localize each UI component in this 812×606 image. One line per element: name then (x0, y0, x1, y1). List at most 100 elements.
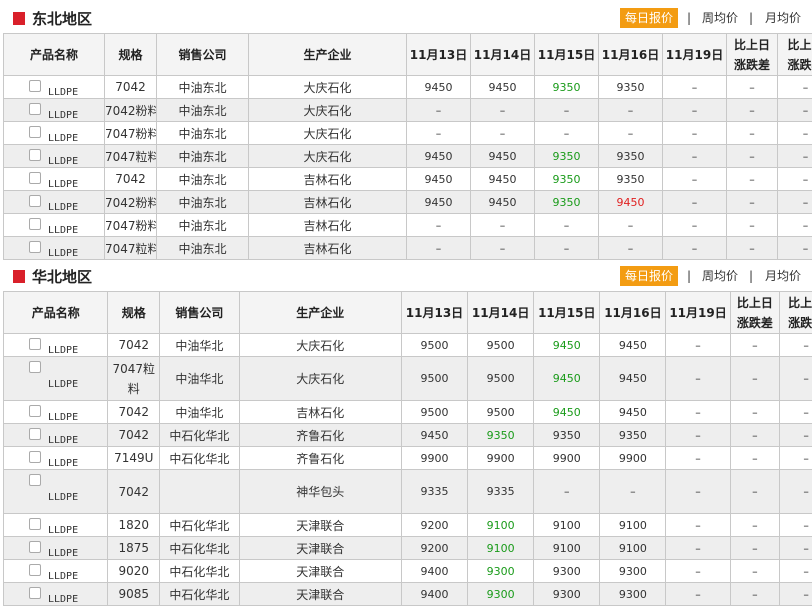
price-cell: 9900 (534, 447, 600, 470)
price-cell: 9450 (471, 168, 535, 191)
price-cell: 9450 (471, 145, 535, 168)
rate-cell: – (780, 560, 812, 583)
north-header: 华北地区 每日报价 | 周均价 | 月均价 (0, 261, 812, 289)
price-cell: 9100 (600, 537, 666, 560)
price-cell: 9450 (407, 145, 471, 168)
northeast-section: 东北地区 每日报价 | 周均价 | 月均价 产品名称 规格 销售公司 生产企业 … (0, 3, 812, 31)
tab-daily-price[interactable]: 每日报价 (620, 8, 678, 28)
row-select-checkbox[interactable] (29, 428, 41, 440)
row-select-checkbox[interactable] (29, 195, 41, 207)
spec-cell: 7042粉料 (105, 191, 157, 214)
spec-cell: 7047粉料 (105, 214, 157, 237)
price-cell: 9100 (534, 537, 600, 560)
product-name: LLDPE (48, 435, 78, 446)
product-cell: LLDPE (4, 560, 108, 583)
rate-cell: – (778, 122, 812, 145)
row-select-checkbox[interactable] (29, 218, 41, 230)
row-select-checkbox[interactable] (29, 172, 41, 184)
producer-cell: 吉林石化 (249, 191, 407, 214)
row-select-checkbox[interactable] (29, 474, 41, 486)
header-date: 11月16日 (599, 34, 663, 76)
rate-cell: – (778, 76, 812, 99)
row-select-checkbox[interactable] (29, 338, 41, 350)
producer-cell: 齐鲁石化 (239, 447, 401, 470)
diff-cell: – (730, 537, 780, 560)
price-cell: – (666, 470, 730, 514)
row-select-checkbox[interactable] (29, 564, 41, 576)
row-select-checkbox[interactable] (29, 149, 41, 161)
spec-cell: 7042 (108, 401, 160, 424)
rate-cell: – (780, 514, 812, 537)
price-cell: – (600, 470, 666, 514)
rate-cell: – (778, 99, 812, 122)
price-cell: 9350 (468, 424, 534, 447)
header-daily-rate: 比上日涨跌率 (778, 34, 812, 76)
spec-cell: 1875 (108, 537, 160, 560)
seller-cell: 中油华北 (160, 334, 240, 357)
price-cell: 9400 (401, 583, 467, 606)
row-select-checkbox[interactable] (29, 103, 41, 115)
rate-cell: – (780, 470, 812, 514)
diff-cell: – (727, 145, 778, 168)
tab-weekly-average[interactable]: 周均价 (702, 8, 738, 28)
section-marker-icon (13, 270, 25, 283)
price-cell: 9500 (401, 401, 467, 424)
table-row: LLDPE7042粉料中油东北吉林石化9450945093509450––– (4, 191, 812, 214)
price-cell: 9500 (468, 401, 534, 424)
seller-cell: 中油东北 (157, 191, 249, 214)
tab-monthly-average[interactable]: 月均价 (765, 8, 801, 28)
row-select-checkbox[interactable] (29, 518, 41, 530)
row-select-checkbox[interactable] (29, 241, 41, 253)
product-cell: LLDPE (4, 447, 108, 470)
price-cell: – (666, 560, 730, 583)
price-cell: 9900 (600, 447, 666, 470)
table-header-row: 产品名称 规格 销售公司 生产企业 11月13日 11月14日 11月15日 1… (4, 292, 812, 334)
producer-cell: 吉林石化 (249, 214, 407, 237)
spec-cell: 9085 (108, 583, 160, 606)
row-select-checkbox[interactable] (29, 361, 41, 373)
row-select-checkbox[interactable] (29, 80, 41, 92)
rate-cell: – (778, 145, 812, 168)
product-cell: LLDPE (4, 537, 108, 560)
row-select-checkbox[interactable] (29, 405, 41, 417)
price-cell: 9100 (468, 514, 534, 537)
diff-cell: – (727, 191, 778, 214)
row-select-checkbox[interactable] (29, 541, 41, 553)
row-select-checkbox[interactable] (29, 126, 41, 138)
table-row: LLDPE1820中石化华北天津联合9200910091009100––– (4, 514, 812, 537)
tab-weekly-average[interactable]: 周均价 (702, 266, 738, 286)
seller-cell: 中油东北 (157, 99, 249, 122)
spec-cell: 7042 (108, 334, 160, 357)
diff-cell: – (730, 334, 780, 357)
price-cell: 9450 (407, 168, 471, 191)
seller-cell: 中油东北 (157, 76, 249, 99)
producer-cell: 大庆石化 (249, 145, 407, 168)
table-row: LLDPE7047粒料中油华北大庆石化9500950094509450––– (4, 357, 812, 401)
table-row: LLDPE7042中油东北吉林石化9450945093509350––– (4, 168, 812, 191)
seller-cell: 中油东北 (157, 168, 249, 191)
tab-daily-price[interactable]: 每日报价 (620, 266, 678, 286)
seller-cell: 中石化华北 (160, 424, 240, 447)
tab-separator: | (749, 266, 753, 286)
header-product: 产品名称 (4, 34, 105, 76)
price-cell: 9450 (599, 191, 663, 214)
tab-separator: | (687, 266, 691, 286)
product-name: LLDPE (48, 133, 78, 144)
price-cell: – (599, 237, 663, 260)
row-select-checkbox[interactable] (29, 587, 41, 599)
diff-cell: – (730, 447, 780, 470)
diff-cell: – (730, 357, 780, 401)
rate-cell: – (780, 537, 812, 560)
header-date: 11月14日 (471, 34, 535, 76)
price-cell: – (534, 470, 600, 514)
price-cell: 9450 (534, 334, 600, 357)
row-select-checkbox[interactable] (29, 451, 41, 463)
price-cell: 9400 (401, 560, 467, 583)
header-producer: 生产企业 (239, 292, 401, 334)
seller-cell: 中油东北 (157, 145, 249, 168)
product-name: LLDPE (48, 87, 78, 98)
rate-cell: – (780, 424, 812, 447)
table-row: LLDPE7042中石化华北齐鲁石化9450935093509350––– (4, 424, 812, 447)
price-cell: 9450 (600, 357, 666, 401)
tab-monthly-average[interactable]: 月均价 (765, 266, 801, 286)
